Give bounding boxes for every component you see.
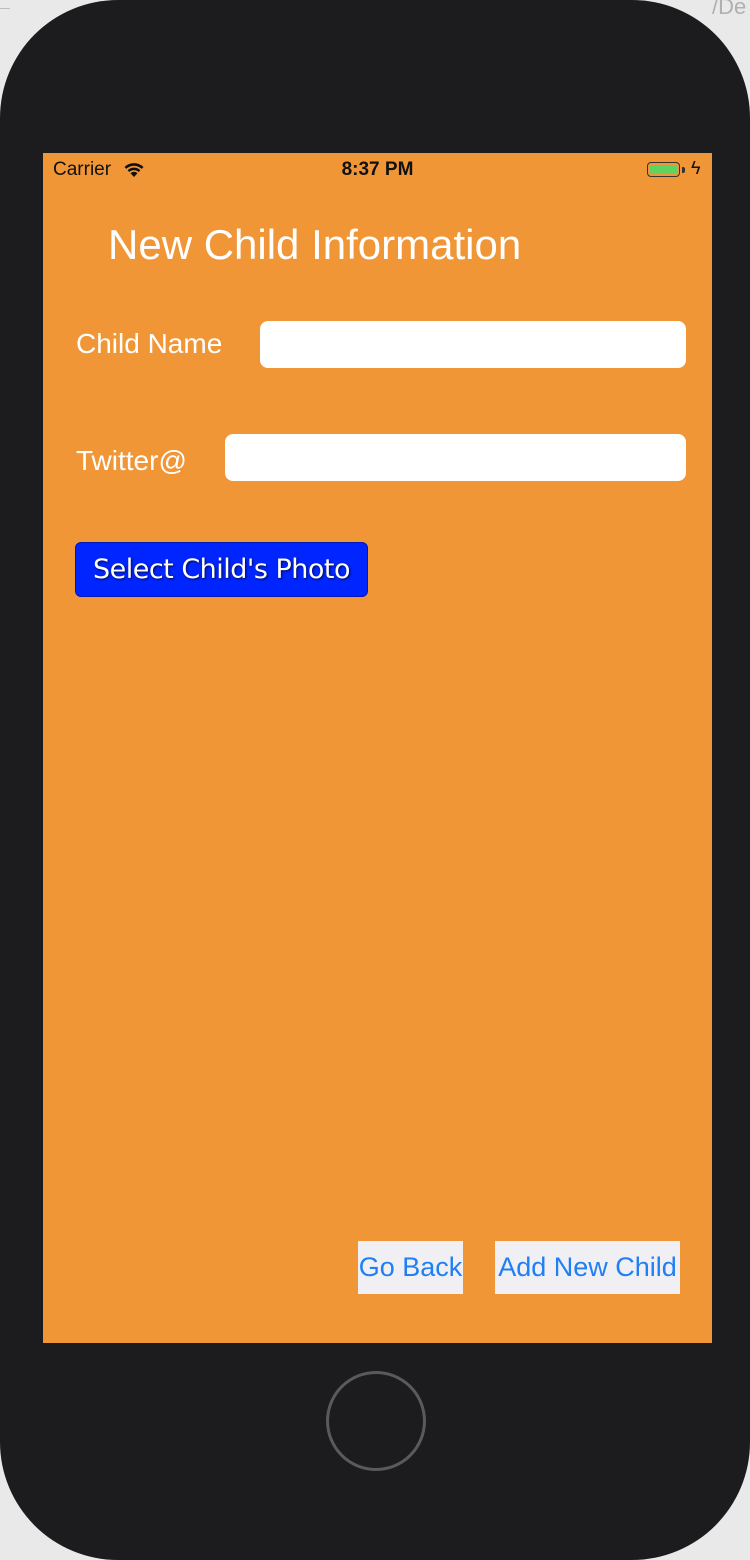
- child-name-field[interactable]: [260, 321, 686, 368]
- twitter-label: Twitter@: [76, 445, 187, 476]
- twitter-field[interactable]: [225, 434, 686, 481]
- battery-icon: [647, 162, 680, 177]
- page-title: New Child Information: [108, 221, 522, 268]
- backdrop-line: [0, 8, 10, 9]
- charging-bolt-icon: ϟ: [691, 158, 701, 178]
- battery-tip: [682, 167, 685, 173]
- home-button[interactable]: [326, 1371, 426, 1471]
- child-name-label: Child Name: [76, 328, 223, 359]
- status-time: 8:37 PM: [341, 159, 414, 180]
- add-new-child-button[interactable]: Add New Child: [495, 1241, 680, 1294]
- status-bar: Carrier 8:37 PM ϟ: [43, 153, 712, 189]
- device-frame: Carrier 8:37 PM ϟ New Child Information …: [0, 0, 750, 1560]
- backdrop-text: /De: [712, 0, 747, 19]
- select-photo-button[interactable]: Select Child's Photo: [75, 542, 368, 597]
- go-back-button[interactable]: Go Back: [358, 1241, 463, 1294]
- app-screen: Carrier 8:37 PM ϟ New Child Information …: [43, 153, 712, 1343]
